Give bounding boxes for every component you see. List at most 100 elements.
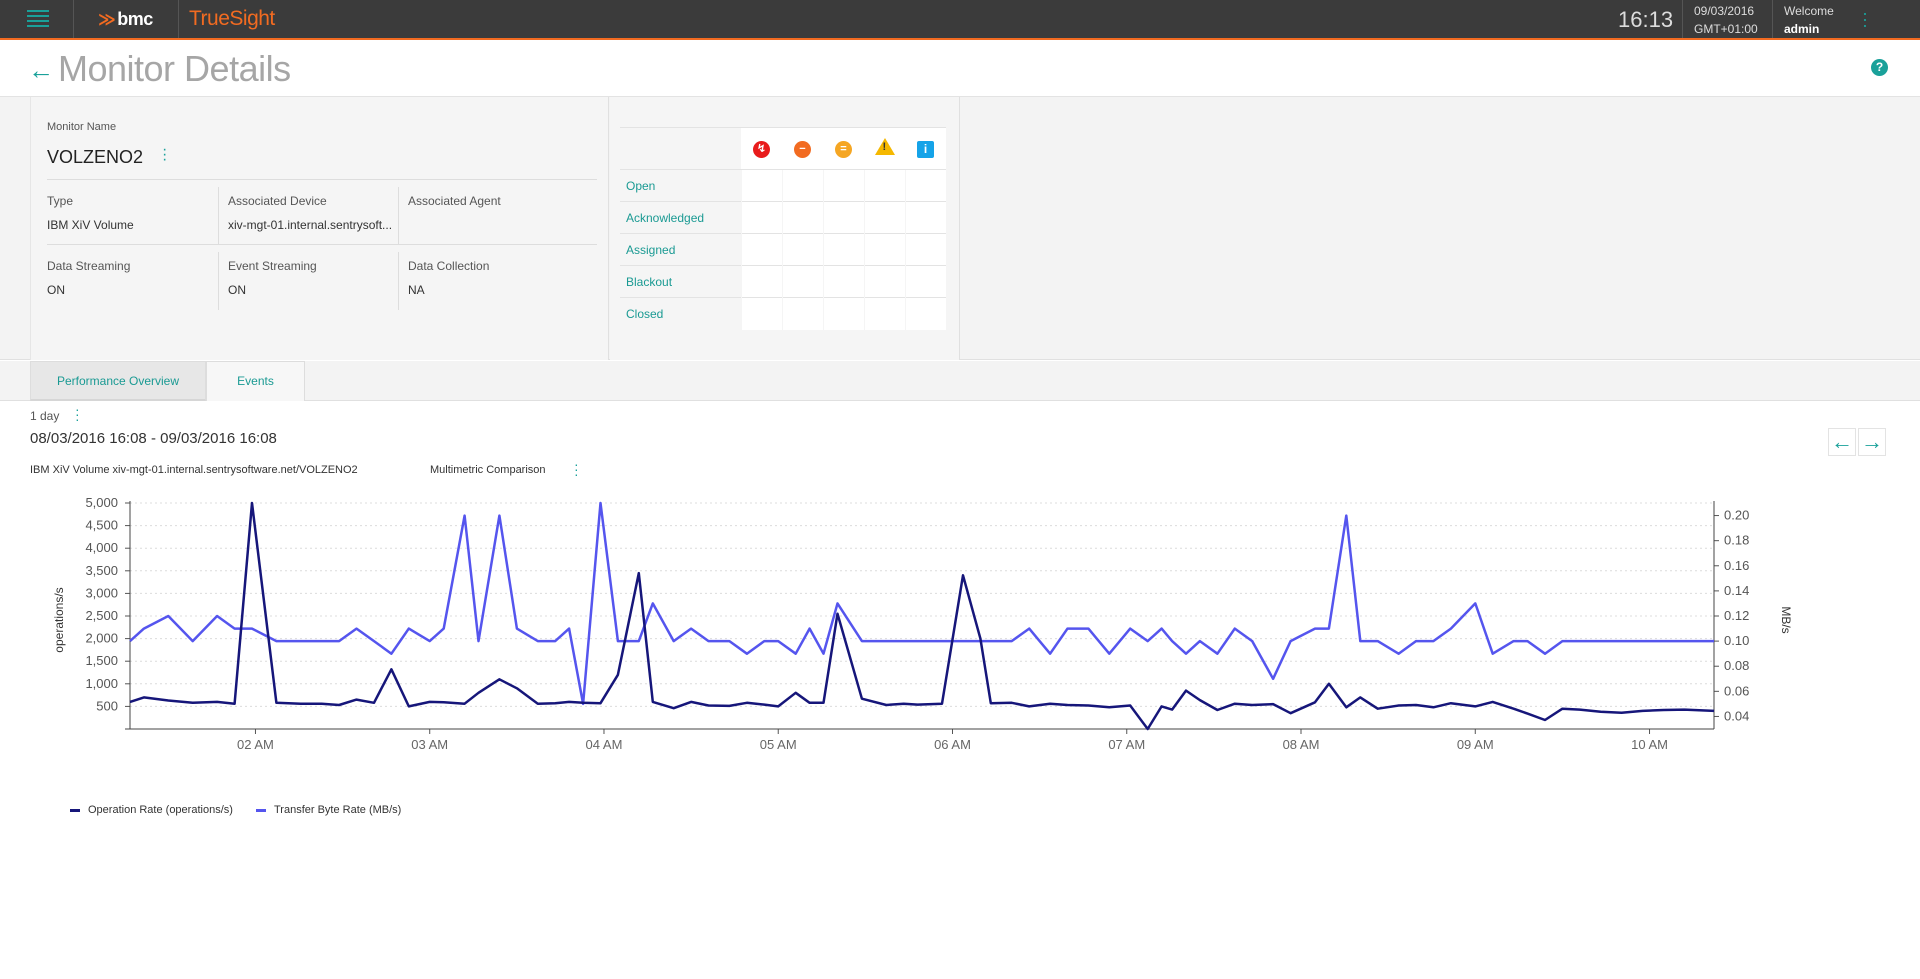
cell <box>740 169 782 202</box>
row-label-acknowledged[interactable]: Acknowledged <box>620 201 741 234</box>
y-tick-label: 4,500 <box>85 518 118 533</box>
major-icon: − <box>794 141 811 158</box>
severity-critical-header: ↯ <box>741 127 782 170</box>
legend-item-operation-rate[interactable]: Operation Rate (operations/s) <box>70 804 233 816</box>
user-name: admin <box>1784 22 1820 36</box>
row-label-open[interactable]: Open <box>620 169 741 202</box>
critical-icon: ↯ <box>753 141 770 158</box>
cell <box>904 169 946 202</box>
more-options-icon[interactable]: · · · <box>1862 4 1868 34</box>
cell <box>740 233 782 266</box>
cell <box>863 297 905 330</box>
y-tick-label: 500 <box>96 698 118 713</box>
y2-tick-label: 0.04 <box>1724 708 1749 723</box>
previous-period-icon[interactable]: ← <box>1828 428 1856 456</box>
event-streaming-value: ON <box>228 283 246 297</box>
timezone-value: GMT+01:00 <box>1694 22 1758 36</box>
cell <box>904 265 946 298</box>
y-tick-label: 3,000 <box>85 585 118 600</box>
period-options-icon[interactable]: · · · <box>75 402 80 426</box>
y-tick-label: 3,500 <box>85 563 118 578</box>
monitor-name: VOLZENO2 <box>47 147 144 167</box>
cell <box>822 265 864 298</box>
page-header: ← Monitor Details ? <box>0 40 1920 97</box>
severity-info-header: i <box>905 127 946 170</box>
data-streaming-value: ON <box>47 283 65 297</box>
y-tick-label: 4,000 <box>85 540 118 555</box>
performance-chart: 5,000 4,500 4,000 3,500 3,000 2,500 2,000 1,500… <box>52 495 1793 752</box>
divider <box>73 0 74 38</box>
cell <box>781 297 823 330</box>
legend-label: Transfer Byte Rate (MB/s) <box>273 804 402 816</box>
event-severity-summary: ↯ − = ! i Open Acknowledged Assigned Bla… <box>610 97 960 360</box>
tab-bar: Performance Overview Events <box>0 361 1920 401</box>
cell <box>822 297 864 330</box>
y-tick-label: 1,000 <box>85 676 118 691</box>
row-label-closed[interactable]: Closed <box>620 297 741 330</box>
x-tick-label: 07 AM <box>1108 737 1145 752</box>
next-period-icon[interactable]: → <box>1858 428 1886 456</box>
bmc-logo: ≫ bmc <box>98 9 153 29</box>
associated-device-link[interactable]: xiv-mgt-01.internal.sentrysoft... <box>228 218 392 232</box>
cell <box>781 233 823 266</box>
back-arrow-icon[interactable]: ← <box>28 55 54 86</box>
tab-performance-overview[interactable]: Performance Overview <box>30 361 206 401</box>
chart-axes: 5,000 4,500 4,000 3,500 3,000 2,500 2,000 1,500… <box>85 495 1749 752</box>
y2-axis-label: MB/s <box>1779 606 1793 633</box>
y2-tick-label: 0.12 <box>1724 608 1749 623</box>
cell <box>863 201 905 234</box>
minor-icon: = <box>835 141 852 158</box>
monitor-info: Monitor Name VOLZENO2 · · · Type IBM XiV V… <box>30 97 609 360</box>
x-tick-label: 03 AM <box>411 737 448 752</box>
user-info[interactable]: Welcome admin <box>1784 2 1834 38</box>
severity-table: ↯ − = ! i Open Acknowledged Assigned Bla… <box>620 127 946 330</box>
tab-events[interactable]: Events <box>206 361 305 401</box>
help-icon[interactable]: ? <box>1871 59 1888 76</box>
clock-time: 16:13 <box>1618 7 1674 32</box>
legend-item-transfer-byte-rate[interactable]: Transfer Byte Rate (MB/s) <box>255 804 402 816</box>
product-name: TrueSight <box>189 7 275 30</box>
cell <box>781 201 823 234</box>
severity-row-assigned: Assigned <box>620 233 946 266</box>
cell <box>904 297 946 330</box>
severity-row-open: Open <box>620 169 946 202</box>
details-panel: Monitor Name VOLZENO2 · · · Type IBM XiV V… <box>0 97 1920 360</box>
y2-tick-label: 0.20 <box>1724 508 1749 523</box>
legend-swatch <box>70 808 80 812</box>
event-streaming-label: Event Streaming <box>228 259 317 273</box>
cell <box>740 201 782 234</box>
hamburger-menu-icon[interactable] <box>27 10 49 28</box>
associated-device-label: Associated Device <box>228 194 327 208</box>
cell <box>740 297 782 330</box>
divider <box>47 244 597 245</box>
period-label[interactable]: 1 day <box>30 409 59 423</box>
cell <box>822 201 864 234</box>
x-tick-label: 02 AM <box>237 737 274 752</box>
monitor-name-label: Monitor Name <box>47 121 117 133</box>
legend-label: Operation Rate (operations/s) <box>88 804 233 816</box>
severity-warning-header: ! <box>864 127 905 170</box>
monitor-actions-icon[interactable]: · · · <box>162 142 167 168</box>
severity-row-closed: Closed <box>620 297 946 330</box>
y2-tick-label: 0.18 <box>1724 533 1749 548</box>
row-label-assigned[interactable]: Assigned <box>620 233 741 266</box>
row-label-blackout[interactable]: Blackout <box>620 265 741 298</box>
y-tick-label: 5,000 <box>85 495 118 510</box>
info-icon: i <box>917 140 934 158</box>
severity-minor-header: = <box>823 127 864 170</box>
y2-tick-label: 0.14 <box>1724 583 1749 598</box>
legend-swatch <box>255 808 266 812</box>
x-tick-label: 10 AM <box>1631 737 1668 752</box>
cell <box>863 169 905 202</box>
clock-date: 09/03/2016 GMT+01:00 <box>1694 2 1758 38</box>
comparison-options-icon[interactable]: · · · <box>574 457 579 481</box>
header-spacer <box>620 127 741 170</box>
y-tick-label: 2,000 <box>85 631 118 646</box>
severity-row-blackout: Blackout <box>620 265 946 298</box>
severity-row-acknowledged: Acknowledged <box>620 201 946 234</box>
y2-tick-label: 0.16 <box>1724 558 1749 573</box>
warning-icon: ! <box>874 137 895 155</box>
type-label: Type <box>47 194 74 208</box>
multimetric-comparison-label[interactable]: Multimetric Comparison <box>430 464 546 476</box>
cell <box>863 233 905 266</box>
